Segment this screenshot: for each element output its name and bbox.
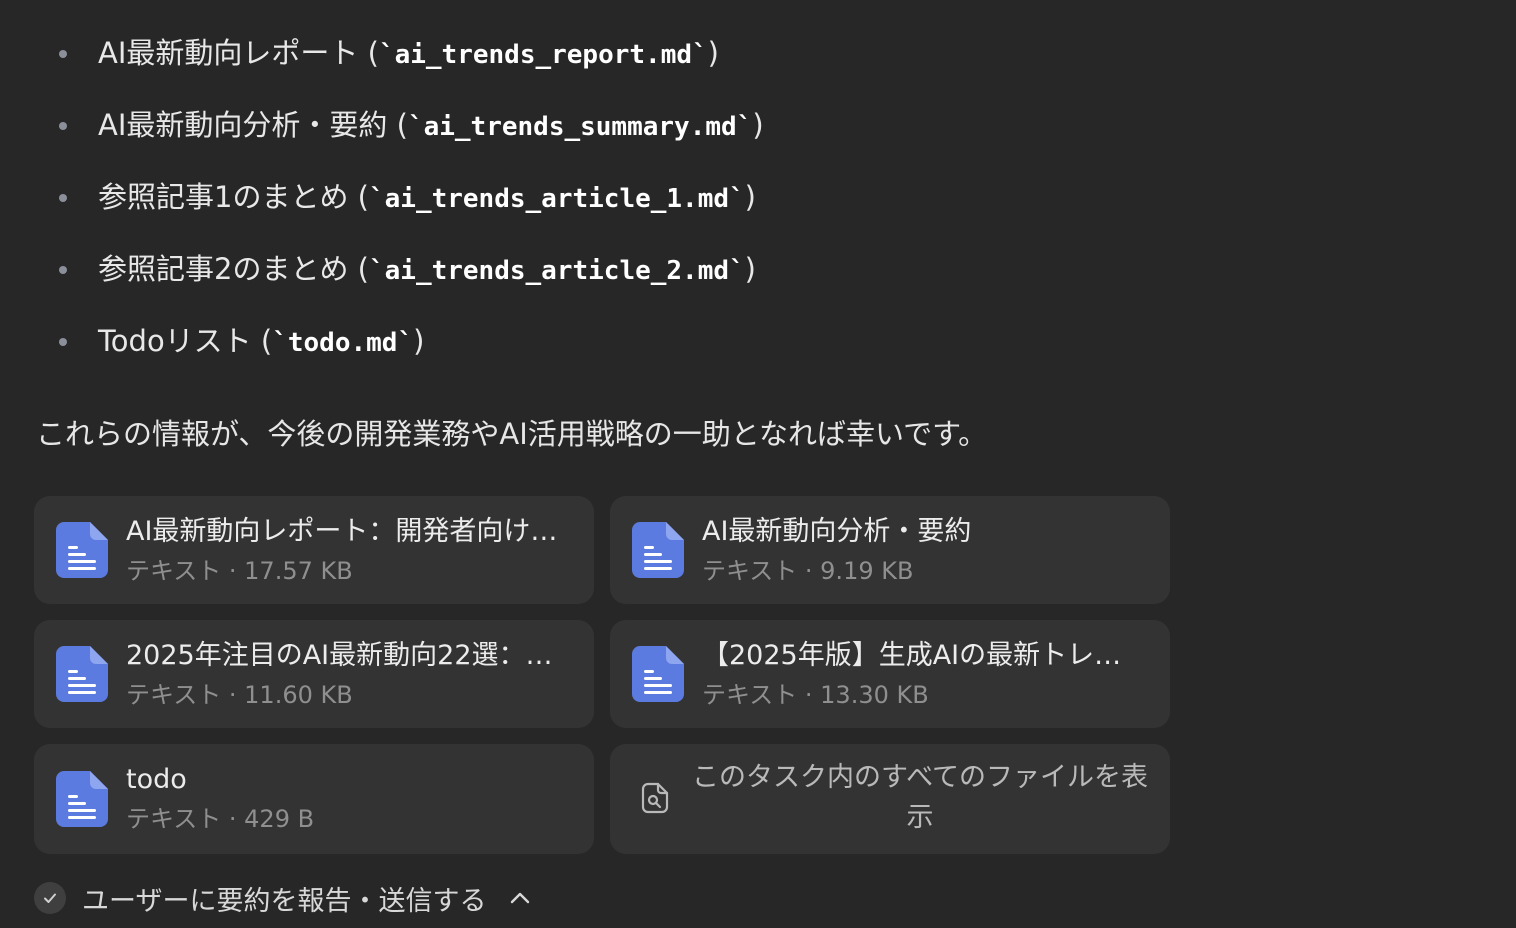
file-card[interactable]: todo テキスト · 429 B xyxy=(34,744,594,854)
deliverables-list: AI最新動向レポート (`ai_trends_report.md`) AI最新動… xyxy=(0,18,1200,378)
list-item-text: Todoリスト (`todo.md`) xyxy=(98,324,425,358)
file-meta: テキスト · 17.57 KB xyxy=(126,557,353,585)
list-item-text: 参照記事1のまとめ (`ai_trends_article_1.md`) xyxy=(98,180,756,214)
view-all-files-button[interactable]: このタスク内のすべてのファイルを表示 xyxy=(610,744,1170,854)
document-icon xyxy=(56,522,108,578)
list-item-text: 参照記事2のまとめ (`ai_trends_article_2.md`) xyxy=(98,252,756,286)
attachment-grid: AI最新動向レポート：開発者向け… テキスト · 17.57 KB AI最新動向… xyxy=(34,496,1170,854)
chat-message: AI最新動向レポート (`ai_trends_report.md`) AI最新動… xyxy=(0,0,1516,928)
check-icon xyxy=(34,882,66,914)
file-card[interactable]: 【2025年版】生成AIの最新トレ… テキスト · 13.30 KB xyxy=(610,620,1170,728)
task-step-label: ユーザーに要約を報告・送信する xyxy=(82,885,487,917)
bullet-dot xyxy=(59,338,67,346)
file-meta: テキスト · 9.19 KB xyxy=(702,557,914,585)
file-name-code: `ai_trends_article_2.md` xyxy=(368,256,745,286)
file-meta: テキスト · 11.60 KB xyxy=(126,681,353,709)
list-item: 参照記事2のまとめ (`ai_trends_article_2.md`) xyxy=(0,234,1200,306)
closing-paragraph: これらの情報が、今後の開発業務やAI活用戦略の一助となれば幸いです。 xyxy=(36,417,988,451)
file-name-code: `ai_trends_summary.md` xyxy=(407,112,753,142)
document-icon xyxy=(56,771,108,827)
file-meta: テキスト · 13.30 KB xyxy=(702,681,929,709)
file-title: AI最新動向レポート：開発者向け… xyxy=(126,516,558,547)
document-icon xyxy=(632,522,684,578)
file-card[interactable]: AI最新動向分析・要約 テキスト · 9.19 KB xyxy=(610,496,1170,604)
file-title: todo xyxy=(126,764,187,795)
file-name-code: `ai_trends_report.md` xyxy=(378,40,708,70)
document-icon xyxy=(632,646,684,702)
list-item: Todoリスト (`todo.md`) xyxy=(0,306,1200,378)
list-item: AI最新動向分析・要約 (`ai_trends_summary.md`) xyxy=(0,90,1200,162)
document-icon xyxy=(56,646,108,702)
list-item-text: AI最新動向分析・要約 (`ai_trends_summary.md`) xyxy=(98,108,764,142)
chevron-up-icon[interactable] xyxy=(508,886,532,910)
file-meta: テキスト · 429 B xyxy=(126,805,315,833)
list-item-text: AI最新動向レポート (`ai_trends_report.md`) xyxy=(98,36,719,70)
file-title: AI最新動向分析・要約 xyxy=(702,516,972,547)
file-card[interactable]: AI最新動向レポート：開発者向け… テキスト · 17.57 KB xyxy=(34,496,594,604)
list-item: AI最新動向レポート (`ai_trends_report.md`) xyxy=(0,18,1200,90)
list-item: 参照記事1のまとめ (`ai_trends_article_1.md`) xyxy=(0,162,1200,234)
file-search-icon xyxy=(641,782,669,814)
bullet-dot xyxy=(59,122,67,130)
task-step-status: ユーザーに要約を報告・送信する xyxy=(34,880,532,917)
view-all-files-label: このタスク内のすべてのファイルを表示 xyxy=(691,762,1149,833)
file-name-code: `todo.md` xyxy=(272,328,414,358)
file-name-code: `ai_trends_article_1.md` xyxy=(368,184,745,214)
bullet-dot xyxy=(59,266,67,274)
file-title: 2025年注目のAI最新動向22選：… xyxy=(126,640,553,671)
bullet-dot xyxy=(59,50,67,58)
file-card[interactable]: 2025年注目のAI最新動向22選：… テキスト · 11.60 KB xyxy=(34,620,594,728)
bullet-dot xyxy=(59,194,67,202)
file-title: 【2025年版】生成AIの最新トレ… xyxy=(702,640,1122,671)
